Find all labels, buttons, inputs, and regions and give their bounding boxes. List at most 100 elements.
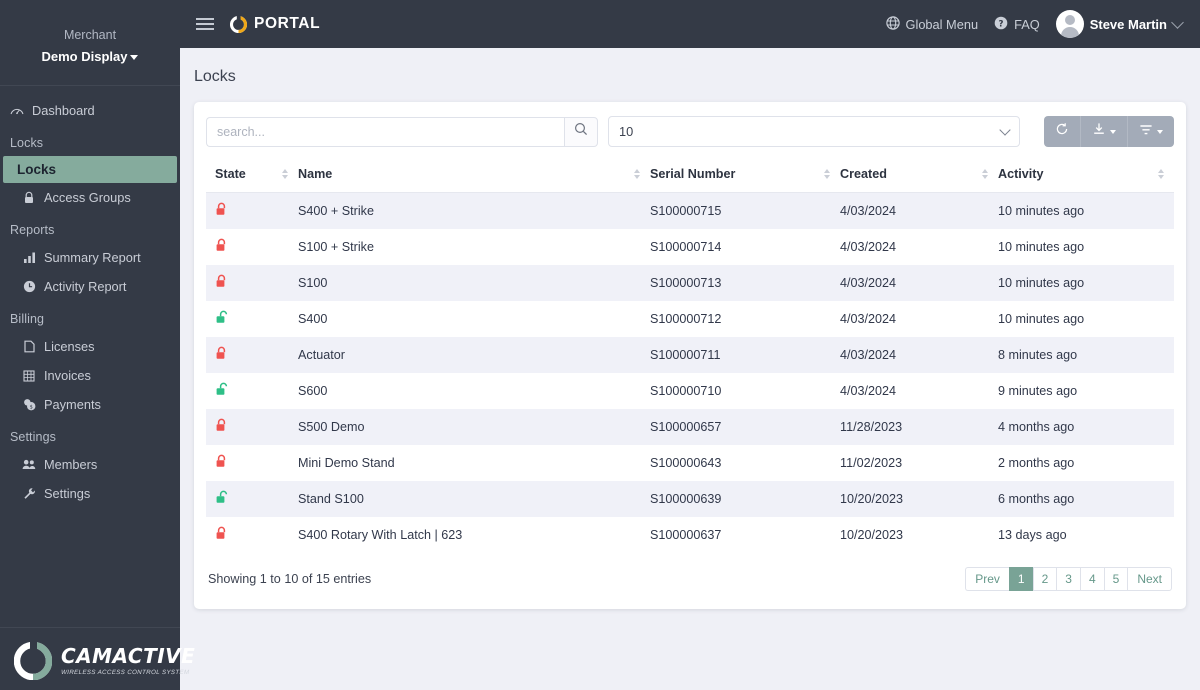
activity-cell: 4 months ago bbox=[998, 420, 1075, 434]
app-root: Merchant Demo Display Dashboard Locks Lo… bbox=[0, 0, 1200, 690]
lock-closed-icon bbox=[215, 454, 228, 472]
sidebar-item-summary-report[interactable]: Summary Report bbox=[0, 243, 180, 272]
pagination-2[interactable]: 2 bbox=[1032, 567, 1057, 591]
lock-state-cell bbox=[206, 517, 298, 553]
sidebar-section-reports: Reports bbox=[10, 223, 55, 237]
sidebar-item-locks[interactable]: Locks bbox=[3, 156, 177, 183]
sidebar-item-label: Members bbox=[44, 457, 98, 472]
lock-open-icon bbox=[215, 490, 228, 508]
lock-state-cell bbox=[206, 373, 298, 409]
lock-state-cell bbox=[206, 337, 298, 373]
sidebar-item-label: Payments bbox=[44, 397, 101, 412]
sidebar-item-members[interactable]: Members bbox=[0, 450, 180, 479]
pagination-3[interactable]: 3 bbox=[1056, 567, 1080, 591]
refresh-icon bbox=[1055, 122, 1069, 141]
table-footer: Showing 1 to 10 of 15 entries Prev 1 2 3 4 5 N… bbox=[206, 553, 1174, 609]
created-cell: 4/03/2024 bbox=[840, 384, 897, 398]
column-header-serial-number[interactable]: Serial Number bbox=[650, 159, 840, 193]
created-cell: 4/03/2024 bbox=[840, 204, 897, 218]
pagination-4[interactable]: 4 bbox=[1079, 567, 1104, 591]
lock-name-cell: S400 Rotary With Latch | 623 bbox=[298, 528, 463, 542]
table-row[interactable]: S600 S100000710 4/03/2024 9 minutes ago bbox=[206, 373, 1174, 409]
merchant-switcher[interactable]: Demo Display bbox=[10, 49, 170, 64]
pagination-next[interactable]: Next bbox=[1127, 567, 1172, 591]
sidebar-section-billing: Billing bbox=[10, 312, 45, 326]
sidebar: Merchant Demo Display Dashboard Locks Lo… bbox=[0, 0, 195, 690]
sidebar-item-settings[interactable]: Settings bbox=[0, 479, 180, 508]
portal-brand[interactable]: PORTAL bbox=[229, 15, 321, 33]
faq-button[interactable]: ? FAQ bbox=[994, 16, 1040, 33]
pagination-1[interactable]: 1 bbox=[1008, 567, 1033, 591]
camactive-ring-icon bbox=[13, 641, 53, 681]
column-header-created[interactable]: Created bbox=[840, 159, 998, 193]
table-body: S400 + Strike S100000715 4/03/2024 10 minut… bbox=[206, 192, 1174, 553]
column-label: Name bbox=[298, 167, 333, 181]
table-row[interactable]: S100 S100000713 4/03/2024 10 minutes ago bbox=[206, 265, 1174, 301]
table-row[interactable]: S100 + Strike S100000714 4/03/2024 10 minut… bbox=[206, 229, 1174, 265]
faq-label: FAQ bbox=[1014, 16, 1040, 32]
table-row[interactable]: Mini Demo Stand S100000643 11/02/2023 2 mon… bbox=[206, 445, 1174, 481]
globe-icon bbox=[885, 15, 900, 33]
camactive-logo: CAMACTIVE WIRELESS ACCESS CONTROL SYSTEM bbox=[0, 627, 195, 690]
table-row[interactable]: Stand S100 S100000639 10/20/2023 6 months a… bbox=[206, 481, 1174, 517]
column-header-name[interactable]: Name bbox=[298, 159, 650, 193]
serial-number-cell: S100000637 bbox=[650, 528, 722, 542]
sidebar-item-access-groups[interactable]: Access Groups bbox=[0, 183, 180, 212]
lock-name-cell: S600 bbox=[298, 384, 328, 398]
pagination-5[interactable]: 5 bbox=[1103, 567, 1128, 591]
sidebar-item-label: Activity Report bbox=[44, 279, 127, 294]
created-cell: 11/02/2023 bbox=[840, 456, 903, 470]
sidebar-item-activity-report[interactable]: Activity Report bbox=[0, 272, 180, 301]
refresh-button[interactable] bbox=[1044, 116, 1080, 147]
lock-name-cell: Stand S100 bbox=[298, 492, 364, 506]
sort-icon bbox=[634, 169, 640, 179]
table-row[interactable]: S400 + Strike S100000715 4/03/2024 10 minut… bbox=[206, 192, 1174, 229]
user-menu[interactable]: Steve Martin bbox=[1055, 10, 1184, 38]
filter-icon bbox=[1139, 123, 1153, 141]
column-header-activity[interactable]: Activity bbox=[998, 159, 1174, 193]
portal-label: PORTAL bbox=[254, 15, 321, 32]
search-button[interactable] bbox=[564, 116, 598, 147]
sidebar-item-label: Locks bbox=[17, 162, 57, 177]
locks-card: 10 bbox=[194, 102, 1186, 609]
sidebar-item-label: Summary Report bbox=[44, 250, 141, 265]
created-cell: 4/03/2024 bbox=[840, 348, 897, 362]
global-menu-button[interactable]: Global Menu bbox=[885, 15, 978, 33]
column-label: Activity bbox=[998, 167, 1044, 181]
table-row[interactable]: Actuator S100000711 4/03/2024 8 minutes ago bbox=[206, 337, 1174, 373]
serial-number-cell: S100000639 bbox=[650, 492, 722, 506]
portal-ring-icon bbox=[229, 15, 248, 33]
search-input[interactable] bbox=[206, 116, 564, 147]
table-row[interactable]: S400 Rotary With Latch | 623 S100000637 10… bbox=[206, 517, 1174, 553]
svg-text:?: ? bbox=[999, 19, 1004, 29]
page-size-select[interactable]: 10 bbox=[608, 116, 1020, 147]
lock-state-cell bbox=[206, 301, 298, 337]
export-button[interactable] bbox=[1080, 116, 1127, 147]
lock-open-icon bbox=[215, 310, 228, 328]
search-group bbox=[206, 116, 598, 147]
table-action-buttons bbox=[1044, 116, 1174, 147]
column-header-state[interactable]: State bbox=[206, 159, 298, 193]
entries-summary: Showing 1 to 10 of 15 entries bbox=[208, 572, 372, 586]
sidebar-item-dashboard[interactable]: Dashboard bbox=[0, 96, 180, 125]
sidebar-item-invoices[interactable]: Invoices bbox=[0, 361, 180, 390]
table-row[interactable]: S500 Demo S100000657 11/28/2023 4 months ag… bbox=[206, 409, 1174, 445]
sidebar-item-label: Settings bbox=[44, 486, 91, 501]
topbar: PORTAL Global Menu ? FAQ Steve Martin bbox=[180, 0, 1200, 48]
created-cell: 11/28/2023 bbox=[840, 420, 903, 434]
sidebar-item-payments[interactable]: $ Payments bbox=[0, 390, 180, 419]
chevron-down-icon bbox=[130, 55, 139, 61]
page-title: Locks bbox=[194, 68, 236, 85]
filter-button[interactable] bbox=[1127, 116, 1174, 147]
sidebar-section-settings: Settings bbox=[10, 430, 56, 444]
pagination-prev[interactable]: Prev bbox=[965, 567, 1009, 591]
activity-cell: 13 days ago bbox=[998, 528, 1067, 542]
sidebar-item-licenses[interactable]: Licenses bbox=[0, 332, 180, 361]
table-row[interactable]: S400 S100000712 4/03/2024 10 minutes ago bbox=[206, 301, 1174, 337]
hamburger-icon[interactable] bbox=[196, 15, 214, 33]
caret-down-icon bbox=[1157, 129, 1163, 134]
topbar-actions: Global Menu ? FAQ Steve Martin bbox=[885, 10, 1184, 38]
lock-name-cell: Mini Demo Stand bbox=[298, 456, 395, 470]
table-head: State Name Serial Number Created Activit… bbox=[206, 159, 1174, 193]
activity-cell: 10 minutes ago bbox=[998, 204, 1085, 218]
